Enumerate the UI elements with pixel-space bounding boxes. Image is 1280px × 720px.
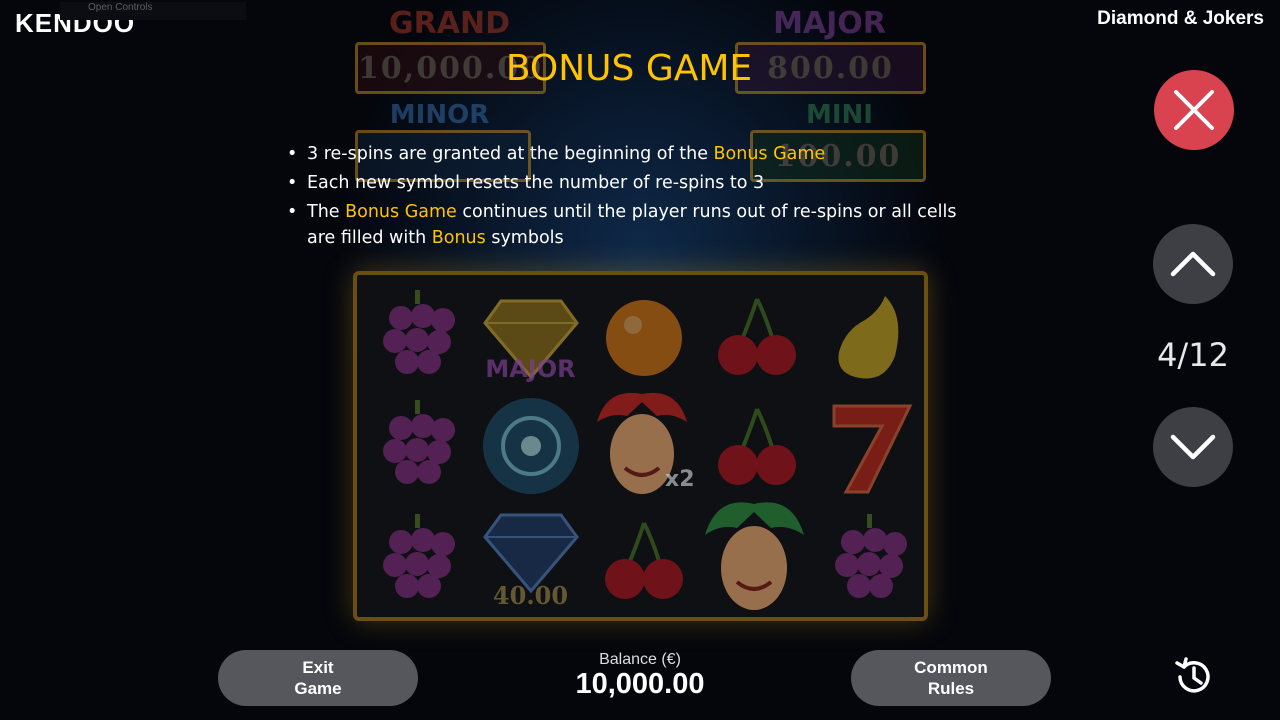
page-indicator: 4/12 <box>1157 336 1229 374</box>
cherries-icon <box>700 279 813 392</box>
pear-icon <box>813 279 926 392</box>
close-button[interactable] <box>1154 70 1234 150</box>
rule-highlight: Bonus Game <box>345 202 457 222</box>
rule-text: 3 re-spins are granted at the beginning … <box>307 144 714 164</box>
next-page-button[interactable] <box>1153 407 1233 487</box>
rules-list: 3 re-spins are granted at the beginning … <box>285 141 985 254</box>
rule-text: The <box>307 202 346 222</box>
chevron-down-icon <box>1170 434 1216 460</box>
jackpot-major-title: MAJOR <box>773 6 886 41</box>
rule-highlight: Bonus Game <box>713 144 826 164</box>
history-button[interactable] <box>1172 655 1216 699</box>
common-label-line1: Common <box>914 658 988 677</box>
grapes-icon <box>361 279 474 392</box>
multiplier-label: x2 <box>665 467 695 492</box>
jackpot-mini-title: MINI <box>806 100 873 130</box>
jackpot-grand-title: GRAND <box>389 6 510 41</box>
rule-highlight: Bonus <box>431 228 486 248</box>
major-label: MAJOR <box>485 355 576 383</box>
history-icon <box>1175 657 1210 693</box>
balance-value: 10,000.00 <box>575 668 705 700</box>
green-joker-icon <box>692 485 817 620</box>
bonus-orb-icon <box>474 389 587 502</box>
rule-item: The Bonus Game continues until the playe… <box>285 199 985 251</box>
rule-text: Each new symbol resets the number of re-… <box>307 173 765 193</box>
previous-page-button[interactable] <box>1153 224 1233 304</box>
cherries-icon <box>587 503 700 616</box>
exit-label-line1: Exit <box>302 658 334 677</box>
common-label-line2: Rules <box>927 679 975 698</box>
chevron-up-icon <box>1170 251 1216 277</box>
grapes-icon <box>361 389 474 502</box>
bonus-value-label: 40.00 <box>492 581 569 610</box>
orange-icon <box>587 279 700 392</box>
jackpot-minor-title: MINOR <box>389 100 490 130</box>
grapes-icon <box>361 503 474 616</box>
game-title: Diamond & Jokers <box>1097 8 1264 29</box>
rule-text: symbols <box>485 228 564 248</box>
exit-label-line2: Game <box>294 679 342 698</box>
grapes-icon <box>813 503 926 616</box>
example-reel: MAJOR x2 40.00 <box>353 271 928 621</box>
open-controls-button[interactable]: Open Controls <box>60 2 246 20</box>
close-icon <box>1174 90 1214 130</box>
rule-item: Each new symbol resets the number of re-… <box>285 170 985 196</box>
rule-item: 3 re-spins are granted at the beginning … <box>285 141 985 167</box>
seven-icon <box>813 389 926 502</box>
page-heading: BONUS GAME <box>505 48 753 89</box>
balance-label: Balance (€) <box>599 651 681 668</box>
exit-game-button[interactable]: Exit Game <box>218 650 418 706</box>
common-rules-button[interactable]: Common Rules <box>851 650 1051 706</box>
